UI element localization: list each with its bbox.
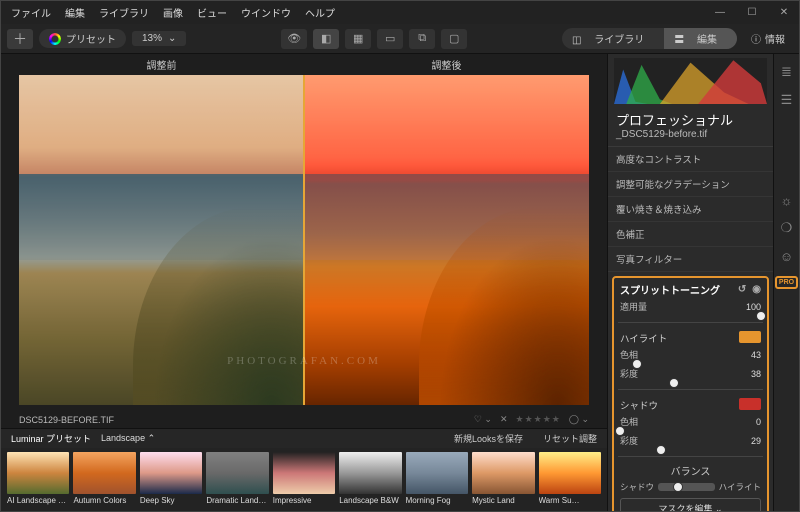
pro-badge-icon[interactable]: PRO <box>775 276 798 289</box>
zoom-value: 13% <box>142 33 162 44</box>
zoom-select[interactable]: 13% ⌄ <box>132 31 186 46</box>
tool-adj-gradation[interactable]: 調整可能なグラデーション <box>608 172 773 197</box>
balance-heading: バランス <box>620 463 761 478</box>
compare-split-icon[interactable]: ◧ <box>313 29 339 49</box>
tool-adv-contrast[interactable]: 高度なコントラスト <box>608 147 773 172</box>
window-minimize-icon[interactable]: — <box>715 8 725 18</box>
menu-view[interactable]: ビュー <box>197 5 227 20</box>
shadow-swatch[interactable] <box>739 398 761 410</box>
preset-thumb[interactable]: Impressive <box>273 452 335 505</box>
amount-value: 100 <box>746 302 761 312</box>
preset-thumb[interactable]: Dramatic Lands… <box>206 452 268 505</box>
eye-toggle-icon[interactable]: 👁 <box>281 29 307 49</box>
split-title: スプリットトーニング <box>620 282 720 297</box>
reset-icon[interactable]: ↺ <box>738 284 746 295</box>
menu-help[interactable]: ヘルプ <box>305 5 335 20</box>
preset-thumb[interactable]: Warm Su… <box>539 452 601 505</box>
reject-icon[interactable]: ✕ <box>500 414 508 425</box>
preset-thumb[interactable]: AI Landscape E… <box>7 452 69 505</box>
shadow-heading: シャドウ <box>620 398 658 412</box>
fullscreen-icon[interactable]: ▢ <box>441 29 467 49</box>
split-toning-panel: スプリットトーニング ↺ ◉ 適用量 100 ハイライト 色相43 彩度38 <box>612 276 769 511</box>
edit-mask-button[interactable]: マスクを編集 ⌄ <box>620 498 761 511</box>
preset-thumb[interactable]: Landscape B&W <box>339 452 401 505</box>
preset-thumb[interactable]: Deep Sky <box>140 452 202 505</box>
preset-thumb[interactable]: Morning Fog <box>406 452 468 505</box>
window-maximize-icon[interactable]: ☐ <box>747 8 757 18</box>
info-icon: ⓘ <box>751 31 761 46</box>
menu-image[interactable]: 画像 <box>163 5 183 20</box>
info-chip[interactable]: ⓘ 情報 <box>743 28 793 49</box>
image-before <box>19 75 303 405</box>
tool-photo-filter[interactable]: 写真フィルター <box>608 247 773 272</box>
balance-right-label: ハイライト <box>719 481 761 493</box>
single-view-icon[interactable]: ▭ <box>377 29 403 49</box>
layers-icon[interactable]: ≣ <box>779 64 795 80</box>
save-look-button[interactable]: 新規Looksを保存 <box>454 432 523 445</box>
add-button[interactable]: ＋ <box>7 29 33 49</box>
menu-window[interactable]: ウインドウ <box>241 5 291 20</box>
menu-file[interactable]: ファイル <box>11 5 51 20</box>
filename-caption: DSC5129-BEFORE.TIF <box>19 415 114 425</box>
filmstrip-header: Luminar プリセット Landscape ⌃ 新規Looksを保存 リセッ… <box>1 428 607 448</box>
window-close-icon[interactable]: ✕ <box>779 8 789 18</box>
image-after <box>305 75 589 405</box>
tab-library[interactable]: ◫ ライブラリ <box>562 28 664 49</box>
adjust-sliders-icon[interactable]: ☰ <box>779 92 795 108</box>
menubar: ファイル 編集 ライブラリ 画像 ビュー ウインドウ ヘルプ — ☐ ✕ <box>1 1 799 24</box>
reset-adjust-button[interactable]: リセット調整 <box>543 432 597 445</box>
tool-color-correct[interactable]: 色補正 <box>608 222 773 247</box>
panel-filename: _DSC5129-before.tif <box>608 129 773 147</box>
preset-thumb[interactable]: Autumn Colors <box>73 452 135 505</box>
label-before: 調整前 <box>1 54 304 75</box>
chevron-down-icon: ⌄ <box>168 33 176 44</box>
histogram <box>614 58 767 104</box>
preset-thumb[interactable]: Mystic Land <box>472 452 534 505</box>
highlight-swatch[interactable] <box>739 331 761 343</box>
favorite-heart-icon[interactable]: ♡ ⌄ <box>474 414 492 425</box>
grid-view-icon[interactable]: ▦ <box>345 29 371 49</box>
tab-edit[interactable]: 〓 編集 <box>664 28 737 49</box>
file-rating-bar: DSC5129-BEFORE.TIF ♡ ⌄ ✕ ★★★★★ ◯ ⌄ <box>1 411 607 428</box>
tool-dodge-burn[interactable]: 覆い焼き＆焼き込み <box>608 197 773 222</box>
preset-selector[interactable]: プリセット <box>39 29 126 48</box>
compare-labels: 調整前 調整後 <box>1 54 607 75</box>
toolbar: ＋ プリセット 13% ⌄ 👁 ◧ ▦ ▭ ⧉ ▢ ◫ ライブラリ 〓 編集 ⓘ… <box>1 24 799 54</box>
tool-rail: ≣ ☰ ☼ ❍ ☺ PRO <box>773 54 799 511</box>
preset-ring-icon <box>49 33 61 45</box>
preset-filmstrip: AI Landscape E… Autumn Colors Deep Sky D… <box>1 448 607 511</box>
image-canvas[interactable]: PHOTOGRAFAN.COM <box>19 75 589 405</box>
preset-group-label: Luminar プリセット <box>11 432 91 445</box>
color-tag-icon[interactable]: ◯ ⌄ <box>569 414 589 425</box>
highlight-heading: ハイライト <box>620 331 667 345</box>
sun-essentials-icon[interactable]: ☼ <box>779 192 795 208</box>
menu-library[interactable]: ライブラリ <box>99 5 149 20</box>
balance-left-label: シャドウ <box>620 481 654 493</box>
preset-category[interactable]: Landscape ⌃ <box>101 433 155 444</box>
panel-title: プロフェッショナル <box>608 106 773 129</box>
rating-stars[interactable]: ★★★★★ <box>516 414 561 425</box>
balance-slider[interactable] <box>658 483 715 491</box>
workspace-tabs: ◫ ライブラリ 〓 編集 <box>562 28 737 49</box>
edit-panel: プロフェッショナル _DSC5129-before.tif 高度なコントラスト … <box>607 54 773 511</box>
preset-label: プリセット <box>66 31 116 46</box>
menu-edit[interactable]: 編集 <box>65 5 85 20</box>
toggle-visibility-icon[interactable]: ◉ <box>752 284 761 295</box>
crop-icon[interactable]: ⧉ <box>409 29 435 49</box>
label-after: 調整後 <box>304 54 607 75</box>
brush-creative-icon[interactable]: ❍ <box>779 220 795 236</box>
face-portrait-icon[interactable]: ☺ <box>779 248 795 264</box>
amount-label: 適用量 <box>620 300 647 313</box>
